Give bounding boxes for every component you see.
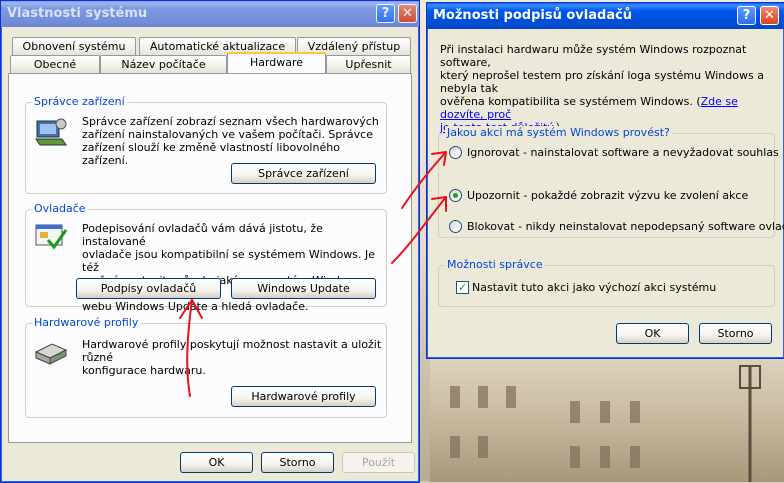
hardware-profiles-description: Hardwarové profily poskytují možnost nas… — [82, 338, 382, 377]
dialog-help-icon[interactable]: ? — [737, 6, 756, 25]
admin-options-label: Možnosti správce — [445, 258, 545, 271]
driver-signing-button[interactable]: Podpisy ovladačů — [76, 278, 221, 299]
warn-radio-label[interactable]: Upozornit - pokaždé zobrazit výzvu ke zv… — [467, 189, 748, 202]
drivers-description: Podepisování ovladačů vám dává jistotu, … — [82, 222, 376, 313]
dialog-ok-button[interactable]: OK — [616, 323, 689, 344]
driver-signing-dialog: Možnosti podpisů ovladačů ? ✕ Při instal… — [426, 2, 784, 359]
dialog-close-icon[interactable]: ✕ — [760, 6, 779, 25]
action-group: Jakou akci má systém Windows provést? Ig… — [438, 126, 784, 238]
title-bar[interactable]: Vlastnosti systému ? ✕ — [1, 1, 419, 27]
ignore-radio-label[interactable]: Ignorovat - nainstalovat software a nevy… — [467, 146, 779, 159]
device-manager-description: Správce zařízení zobrazí seznam všech ha… — [82, 115, 379, 167]
hardware-profiles-icon — [34, 343, 68, 365]
tab-advanced[interactable]: Upřesnit — [326, 55, 411, 73]
hardware-profiles-group: Hardwarové profily Hardwarové profily po… — [25, 316, 387, 418]
close-icon[interactable]: ✕ — [398, 4, 417, 23]
background-photo — [430, 355, 784, 482]
driver-signing-icon — [35, 224, 68, 250]
tab-hardware[interactable]: Hardware — [227, 52, 326, 73]
device-manager-group: Správce zařízení Správce zařízení zobraz… — [25, 95, 387, 194]
tab-computer-name[interactable]: Název počítače — [100, 55, 227, 73]
block-radio[interactable] — [449, 220, 462, 233]
hardware-tab-panel: Správce zařízení Správce zařízení zobraz… — [8, 73, 412, 443]
ignore-radio[interactable] — [449, 146, 462, 159]
windows-update-button[interactable]: Windows Update — [231, 278, 376, 299]
hardware-profiles-button[interactable]: Hardwarové profily — [231, 386, 376, 407]
default-action-checkbox[interactable]: ✓ — [456, 281, 469, 294]
ok-button[interactable]: OK — [180, 452, 253, 473]
tab-system-restore[interactable]: Obnovení systému — [12, 37, 136, 55]
device-manager-button[interactable]: Správce zařízení — [231, 163, 376, 184]
admin-options-group: Možnosti správce ✓ Nastavit tuto akci ja… — [438, 258, 775, 307]
system-properties-window: Vlastnosti systému ? ✕ Obnovení systému … — [0, 0, 420, 483]
device-manager-label: Správce zařízení — [32, 95, 127, 108]
default-action-checkbox-label[interactable]: Nastavit tuto akci jako výchozí akci sys… — [472, 281, 716, 294]
apply-button[interactable]: Použít — [342, 452, 415, 473]
help-icon[interactable]: ? — [376, 4, 395, 23]
dialog-title-bar[interactable]: Možnosti podpisů ovladačů ? ✕ — [427, 3, 784, 29]
window-title: Vlastnosti systému — [7, 6, 148, 21]
warn-radio[interactable] — [449, 189, 462, 202]
dialog-cancel-button[interactable]: Storno — [699, 323, 772, 344]
dialog-title: Možnosti podpisů ovladačů — [433, 8, 633, 23]
action-group-label: Jakou akci má systém Windows provést? — [445, 126, 672, 139]
cancel-button[interactable]: Storno — [261, 452, 334, 473]
block-radio-label[interactable]: Blokovat - nikdy neinstalovat nepodepsan… — [467, 220, 784, 233]
tab-general[interactable]: Obecné — [10, 55, 100, 73]
hardware-profiles-label: Hardwarové profily — [32, 316, 141, 329]
dialog-intro: Při instalaci hardwaru může systém Windo… — [440, 43, 784, 134]
drivers-label: Ovladače — [32, 202, 88, 215]
drivers-group: Ovladače Podepisování ovladačů vám dává … — [25, 202, 387, 313]
device-manager-icon — [35, 118, 67, 146]
